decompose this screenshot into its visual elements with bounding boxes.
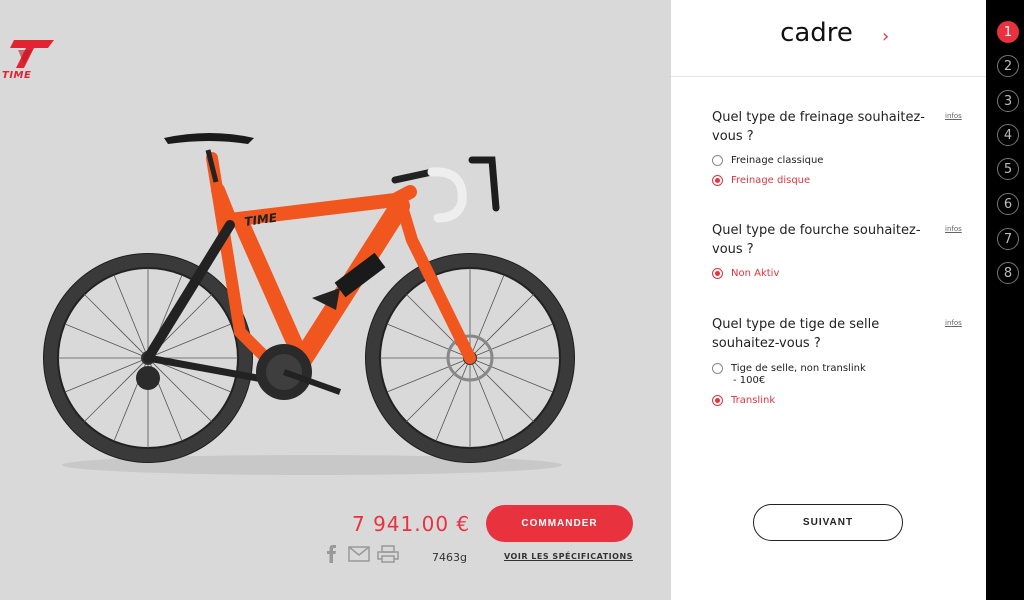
- radio-button[interactable]: [712, 175, 723, 186]
- step-5[interactable]: 5: [997, 158, 1019, 180]
- option-non-aktiv[interactable]: Non Aktiv: [712, 268, 779, 280]
- section-title: cadre: [780, 18, 853, 48]
- total-price: 7 941.00 €: [352, 512, 471, 536]
- bike-weight: 7463g: [432, 551, 467, 564]
- option-price-delta: - 100€: [733, 375, 766, 386]
- step-navigation: 1 2 3 4 5 6 7 8: [986, 0, 1024, 600]
- option-translink[interactable]: Translink: [712, 395, 775, 407]
- infos-link-fork[interactable]: infos: [945, 225, 962, 233]
- order-button[interactable]: COMMANDER: [486, 505, 633, 542]
- next-button[interactable]: SUIVANT: [753, 504, 903, 541]
- step-1[interactable]: 1: [997, 21, 1019, 43]
- mail-icon[interactable]: [348, 544, 370, 564]
- step-3[interactable]: 3: [997, 90, 1019, 112]
- chevron-right-icon[interactable]: ›: [882, 26, 889, 47]
- step-8[interactable]: 8: [997, 262, 1019, 284]
- option-label: Tige de selle, non translink - 100€: [731, 363, 866, 387]
- bike-image: TIME: [43, 133, 575, 475]
- option-label: Non Aktiv: [731, 268, 780, 279]
- question-fork: Quel type de fourche souhaitez-vous ?: [712, 223, 921, 257]
- radio-button[interactable]: [712, 268, 723, 279]
- view-specs-link[interactable]: VOIR LES SPÉCIFICATIONS: [504, 552, 633, 561]
- product-preview-panel: TIME TIME 7 941.00 € COMMANDER 7463g VOI…: [0, 0, 671, 600]
- infos-link-braking[interactable]: infos: [945, 112, 962, 120]
- option-label-text: Tige de selle, non translink: [731, 363, 866, 374]
- facebook-icon[interactable]: [325, 544, 337, 564]
- option-label: Freinage classique: [731, 155, 824, 166]
- step-4[interactable]: 4: [997, 124, 1019, 146]
- infos-link-seatpost[interactable]: infos: [945, 319, 962, 327]
- configuration-panel: cadre › Quel type de freinage souhaitez-…: [671, 0, 986, 600]
- print-icon[interactable]: [377, 544, 399, 564]
- question-seatpost: Quel type de tige de selle souhaitez-vou…: [712, 317, 880, 351]
- step-2[interactable]: 2: [997, 55, 1019, 77]
- step-6[interactable]: 6: [997, 193, 1019, 215]
- option-non-translink[interactable]: Tige de selle, non translink - 100€: [712, 363, 866, 387]
- option-label: Translink: [731, 395, 776, 406]
- brand-name: TIME: [2, 70, 32, 81]
- radio-button[interactable]: [712, 155, 723, 166]
- radio-button[interactable]: [712, 363, 723, 374]
- option-classic-brakes[interactable]: Freinage classique: [712, 155, 823, 167]
- option-disc-brakes[interactable]: Freinage disque: [712, 175, 810, 187]
- config-header: cadre ›: [671, 0, 986, 77]
- radio-button[interactable]: [712, 395, 723, 406]
- step-7[interactable]: 7: [997, 228, 1019, 250]
- option-label: Freinage disque: [731, 175, 811, 186]
- question-braking: Quel type de freinage souhaitez-vous ?: [712, 110, 925, 144]
